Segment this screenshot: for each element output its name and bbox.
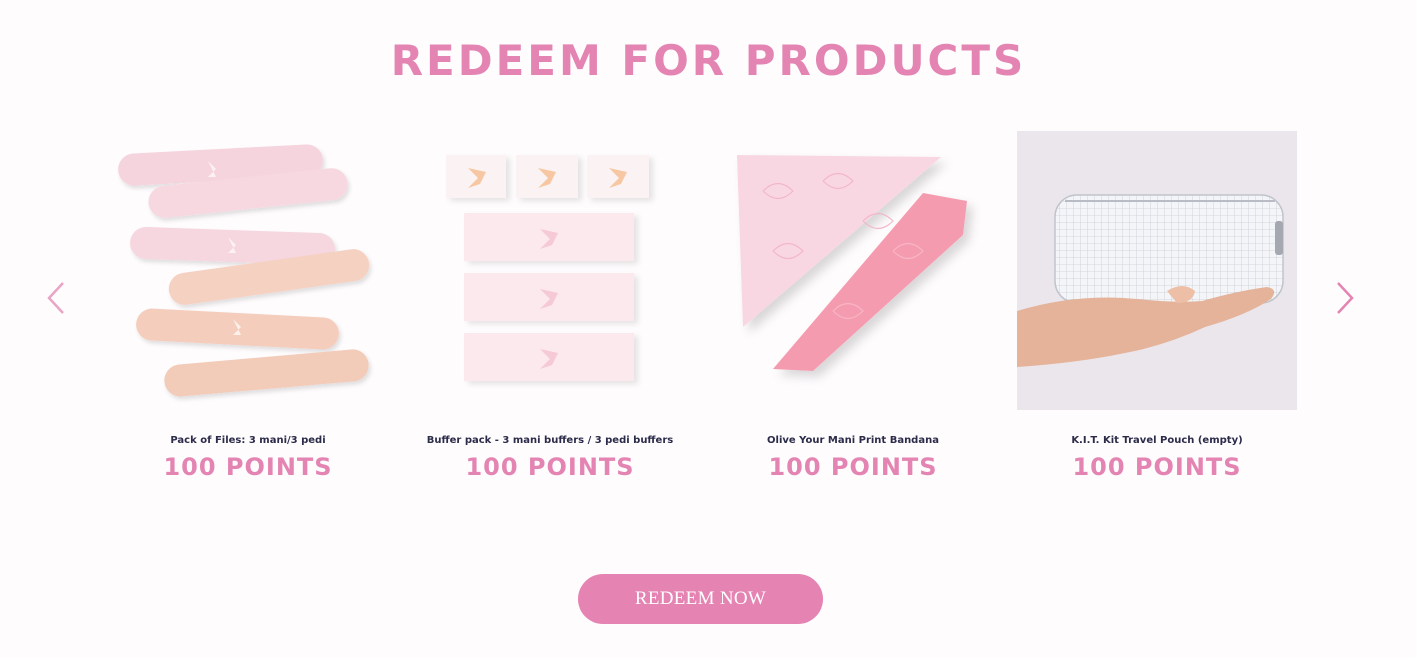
redeem-now-button[interactable]: REDEEM NOW: [578, 574, 823, 624]
buffer-pack-image: [410, 131, 690, 410]
chevron-right-icon: [1337, 282, 1354, 314]
chevron-left-icon: [47, 282, 64, 314]
product-name: Buffer pack - 3 mani buffers / 3 pedi bu…: [426, 435, 674, 446]
product-carousel: Pack of Files: 3 mani/3 pedi 100 POINTS: [0, 0, 1417, 500]
product-card[interactable]: Pack of Files: 3 mani/3 pedi 100 POINTS: [108, 131, 388, 481]
product-points: 100 POINTS: [163, 453, 333, 481]
product-card[interactable]: K.I.T. Kit Travel Pouch (empty) 100 POIN…: [1017, 131, 1297, 481]
product-points: 100 POINTS: [1072, 453, 1242, 481]
product-name: Olive Your Mani Print Bandana: [767, 435, 939, 446]
carousel-next-button[interactable]: [1327, 280, 1363, 316]
product-card[interactable]: Olive Your Mani Print Bandana 100 POINTS: [713, 131, 993, 481]
travel-pouch-image: [1017, 131, 1297, 410]
product-name: K.I.T. Kit Travel Pouch (empty): [1071, 435, 1243, 446]
product-points: 100 POINTS: [768, 453, 938, 481]
redeem-products-section: REDEEM FOR PRODUCTS Pack of Files: 3 man…: [0, 0, 1417, 658]
product-name: Pack of Files: 3 mani/3 pedi: [170, 435, 326, 446]
product-points: 100 POINTS: [465, 453, 635, 481]
product-card[interactable]: Buffer pack - 3 mani buffers / 3 pedi bu…: [410, 131, 690, 481]
bandana-image: [713, 131, 993, 410]
carousel-prev-button[interactable]: [38, 280, 74, 316]
nail-files-image: [108, 131, 388, 410]
